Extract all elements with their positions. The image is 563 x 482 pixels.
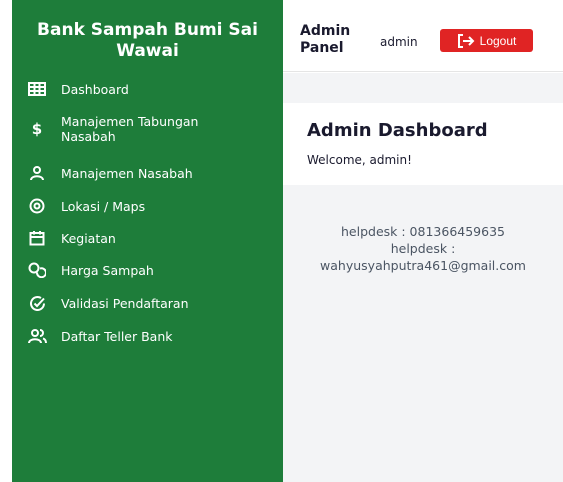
helpdesk-info: helpdesk : 081366459635 helpdesk : wahyu…: [283, 223, 563, 274]
logout-icon: [457, 33, 475, 48]
sidebar-item-label: Dashboard: [61, 81, 129, 97]
page-title: Admin Dashboard: [307, 120, 488, 141]
sidebar-item-harga[interactable]: Harga Sampah: [12, 261, 283, 279]
sidebar-item-label: Validasi Pendaftaran: [61, 295, 189, 311]
sidebar-item-label: Harga Sampah: [61, 262, 154, 278]
sidebar-item-tabungan[interactable]: $ Manajemen Tabungan Nasabah: [12, 114, 283, 144]
users-icon: [25, 327, 49, 345]
brand-title: Bank Sampah Bumi Sai Wawai: [37, 20, 258, 61]
topbar: Admin Panel admin Logout: [283, 0, 563, 72]
sidebar-item-nasabah[interactable]: Manajemen Nasabah: [12, 164, 283, 182]
username-label: admin: [380, 35, 418, 49]
table-icon: [25, 80, 49, 98]
sidebar-item-kegiatan[interactable]: Kegiatan: [12, 229, 283, 247]
sidebar: Bank Sampah Bumi Sai Wawai Dashboard $ M…: [12, 0, 283, 482]
sidebar-item-label: Lokasi / Maps: [61, 198, 146, 214]
check-circle-icon: [25, 294, 49, 312]
sidebar-item-lokasi[interactable]: Lokasi / Maps: [12, 197, 283, 215]
dollar-icon: $: [31, 120, 43, 138]
welcome-text: Welcome, admin!: [307, 153, 412, 167]
coins-icon: [25, 261, 49, 279]
sidebar-item-teller[interactable]: Daftar Teller Bank: [12, 327, 283, 345]
user-icon: [25, 164, 49, 182]
helpdesk-phone: helpdesk : 081366459635: [341, 224, 505, 239]
calendar-icon: [25, 229, 49, 247]
sidebar-item-validasi[interactable]: Validasi Pendaftaran: [12, 294, 283, 312]
sidebar-item-label: Manajemen Tabungan Nasabah: [61, 114, 199, 144]
sidebar-item-label: Manajemen Nasabah: [61, 165, 193, 181]
logout-button[interactable]: Logout: [440, 29, 533, 52]
dashboard-card: Admin Dashboard Welcome, admin!: [283, 103, 563, 185]
panel-title: Admin Panel: [300, 23, 360, 57]
main-content: Admin Dashboard Welcome, admin! helpdesk…: [283, 73, 563, 482]
sidebar-item-dashboard[interactable]: Dashboard: [12, 80, 283, 98]
panel-title-text: Admin Panel: [300, 23, 351, 56]
helpdesk-email-label: helpdesk :: [390, 241, 456, 256]
location-icon: [25, 197, 49, 215]
helpdesk-email: wahyusyahputra461@gmail.com: [320, 258, 526, 273]
sidebar-item-label: Kegiatan: [61, 230, 116, 246]
logout-label: Logout: [479, 33, 517, 48]
sidebar-item-label: Daftar Teller Bank: [61, 328, 173, 344]
